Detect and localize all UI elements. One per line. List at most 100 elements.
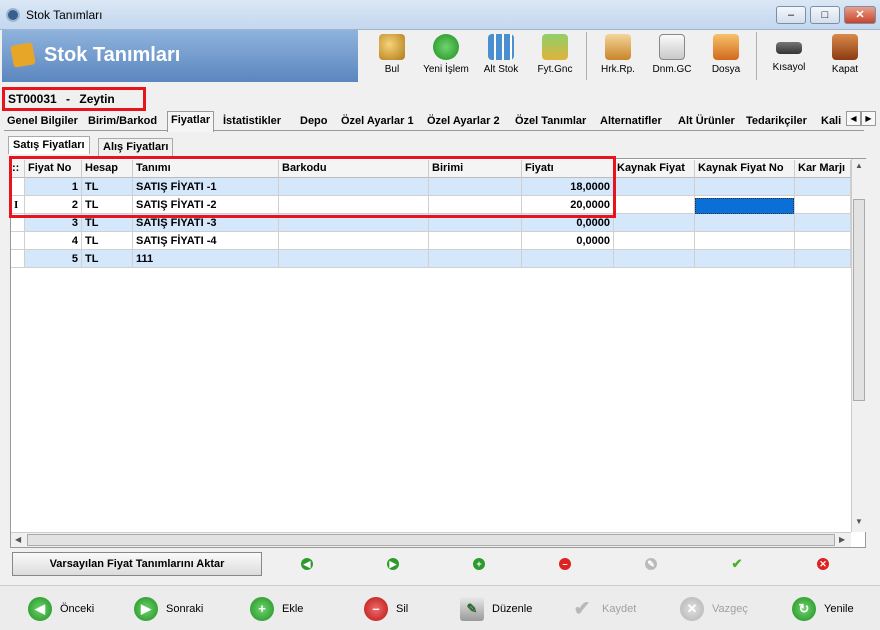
previous-button[interactable]: ◀ Önceki xyxy=(28,596,108,622)
cell-kaynak-fiyat-no[interactable] xyxy=(695,232,795,250)
edit-row-icon[interactable]: ✎ xyxy=(645,558,657,570)
stock-identity: ST00031 - Zeytin xyxy=(2,87,146,111)
tab-genel-bilgiler[interactable]: Genel Bilgiler xyxy=(4,113,81,131)
new-transaction-button[interactable]: Yeni İşlem xyxy=(418,32,474,80)
close-button[interactable]: Kapat xyxy=(822,32,868,80)
stock-name: Zeytin xyxy=(79,92,115,106)
document-icon xyxy=(659,34,685,60)
next-button[interactable]: ▶ Sonraki xyxy=(134,596,214,622)
column-header-kaynak-fiyat[interactable]: Kaynak Fiyat xyxy=(614,160,695,178)
tab-kalite[interactable]: Kali xyxy=(818,113,844,131)
cell-kaynak-fiyat[interactable] xyxy=(614,232,695,250)
find-button[interactable]: Bul xyxy=(370,32,414,80)
tab-ozel-tanimlar[interactable]: Özel Tanımlar xyxy=(512,113,589,131)
tab-istatistikler[interactable]: İstatistikler xyxy=(220,113,284,131)
add-button[interactable]: + Ekle xyxy=(250,596,320,622)
file-button[interactable]: Dosya xyxy=(704,32,748,80)
minimize-button[interactable]: – xyxy=(776,6,806,24)
cell-kaynak-fiyat[interactable] xyxy=(614,196,695,214)
tab-depo[interactable]: Depo xyxy=(297,113,331,131)
arrow-right-icon: ▶ xyxy=(134,597,158,621)
cell-kar-marji[interactable] xyxy=(795,178,851,196)
tab-alt-urunler[interactable]: Alt Ürünler xyxy=(675,113,738,131)
cell-fiyati[interactable] xyxy=(522,250,614,268)
sub-stock-button[interactable]: Alt Stok xyxy=(478,32,524,80)
confirm-icon[interactable]: ✔ xyxy=(731,557,743,570)
tab-alternatifler[interactable]: Alternatifler xyxy=(597,113,665,131)
edit-icon: ✎ xyxy=(460,597,484,621)
tab-fiyatlar[interactable]: Fiyatlar xyxy=(167,111,215,132)
price-update-button[interactable]: Fyt.Gnc xyxy=(530,32,580,80)
tab-scroll-left-icon[interactable]: ◀ xyxy=(846,111,861,126)
cell-fiyat-no[interactable]: 5 xyxy=(25,250,82,268)
refresh-button[interactable]: ↻ Yenile xyxy=(792,596,872,622)
vertical-scroll-thumb[interactable] xyxy=(853,199,865,401)
movement-report-button[interactable]: Hrk.Rp. xyxy=(594,32,642,80)
tab-tedarikciler[interactable]: Tedarikçiler xyxy=(743,113,810,131)
cell-tanimi[interactable]: SATIŞ FİYATI -4 xyxy=(133,232,279,250)
checkmark-icon: ✔ xyxy=(573,598,591,620)
grid-icon xyxy=(488,34,514,60)
save-button[interactable]: ✔ Kaydet xyxy=(570,596,650,622)
tab-scroll-right-icon[interactable]: ▶ xyxy=(861,111,876,126)
first-record-icon[interactable]: ◀ xyxy=(301,558,313,570)
cell-kar-marji[interactable] xyxy=(795,196,851,214)
row-indicator xyxy=(11,232,25,250)
tab-ozel-ayarlar-2[interactable]: Özel Ayarlar 2 xyxy=(424,113,503,131)
horizontal-scrollbar[interactable]: ◀ ▶ xyxy=(11,532,851,547)
cancel-x-icon: ✕ xyxy=(680,597,704,621)
row-indicator xyxy=(11,250,25,268)
scroll-up-icon[interactable]: ▲ xyxy=(855,161,863,170)
period-button[interactable]: Dnm.GC xyxy=(648,32,696,80)
tab-ozel-ayarlar-1[interactable]: Özel Ayarlar 1 xyxy=(338,113,417,131)
cell-kaynak-fiyat-no[interactable] xyxy=(695,214,795,232)
cell-barkodu[interactable] xyxy=(279,250,429,268)
cell-tanimi[interactable]: 111 xyxy=(133,250,279,268)
highlight-box xyxy=(9,156,616,218)
horizontal-scroll-thumb[interactable] xyxy=(27,534,835,546)
next-record-icon[interactable]: ▶ xyxy=(387,558,399,570)
table-row[interactable]: 4 TL SATIŞ FİYATI -4 0,0000 xyxy=(11,232,851,250)
cell-hesap[interactable]: TL xyxy=(82,250,133,268)
column-header-kaynak-fiyat-no[interactable]: Kaynak Fiyat No xyxy=(695,160,795,178)
subtab-satis-fiyatlari[interactable]: Satış Fiyatları xyxy=(8,136,90,154)
close-window-button[interactable]: ✕ xyxy=(844,6,876,24)
scroll-left-icon[interactable]: ◀ xyxy=(15,535,21,544)
selected-cell[interactable] xyxy=(695,198,794,214)
cell-kaynak-fiyat[interactable] xyxy=(614,178,695,196)
scroll-right-icon[interactable]: ▶ xyxy=(839,535,845,544)
subtab-alis-fiyatlari[interactable]: Alış Fiyatları xyxy=(98,138,174,156)
add-row-icon[interactable]: + xyxy=(473,558,485,570)
cell-hesap[interactable]: TL xyxy=(82,232,133,250)
cell-barkodu[interactable] xyxy=(279,232,429,250)
delete-row-icon[interactable]: – xyxy=(559,558,571,570)
shortcut-button[interactable]: Kısayol xyxy=(764,32,814,80)
scroll-down-icon[interactable]: ▼ xyxy=(855,517,863,526)
add-icon xyxy=(433,34,459,60)
cancel-icon[interactable]: ✕ xyxy=(817,558,829,570)
cell-kar-marji[interactable] xyxy=(795,214,851,232)
import-default-prices-button[interactable]: Varsayılan Fiyat Tanımlarını Aktar xyxy=(12,552,262,576)
cell-kaynak-fiyat-no[interactable] xyxy=(695,250,795,268)
table-row[interactable]: 5 TL 111 xyxy=(11,250,851,268)
cell-kar-marji[interactable] xyxy=(795,250,851,268)
delete-button[interactable]: – Sil xyxy=(364,596,424,622)
edit-button[interactable]: ✎ Düzenle xyxy=(460,596,550,622)
cell-kaynak-fiyat-no[interactable] xyxy=(695,178,795,196)
cell-fiyat-no[interactable]: 4 xyxy=(25,232,82,250)
plus-icon: + xyxy=(250,597,274,621)
cell-birimi[interactable] xyxy=(429,250,522,268)
stock-box-icon xyxy=(10,42,36,68)
cell-birimi[interactable] xyxy=(429,232,522,250)
cell-fiyati[interactable]: 0,0000 xyxy=(522,232,614,250)
cell-kar-marji[interactable] xyxy=(795,232,851,250)
tab-birim-barkod[interactable]: Birim/Barkod xyxy=(85,113,160,131)
cancel-button[interactable]: ✕ Vazgeç xyxy=(680,596,760,622)
cell-kaynak-fiyat[interactable] xyxy=(614,250,695,268)
vertical-scrollbar[interactable]: ▲ ▼ xyxy=(851,159,866,532)
maximize-button[interactable]: □ xyxy=(810,6,840,24)
cell-kaynak-fiyat[interactable] xyxy=(614,214,695,232)
minus-icon: – xyxy=(364,597,388,621)
stock-dash: - xyxy=(66,92,71,106)
column-header-kar-marji[interactable]: Kar Marjı xyxy=(795,160,851,178)
